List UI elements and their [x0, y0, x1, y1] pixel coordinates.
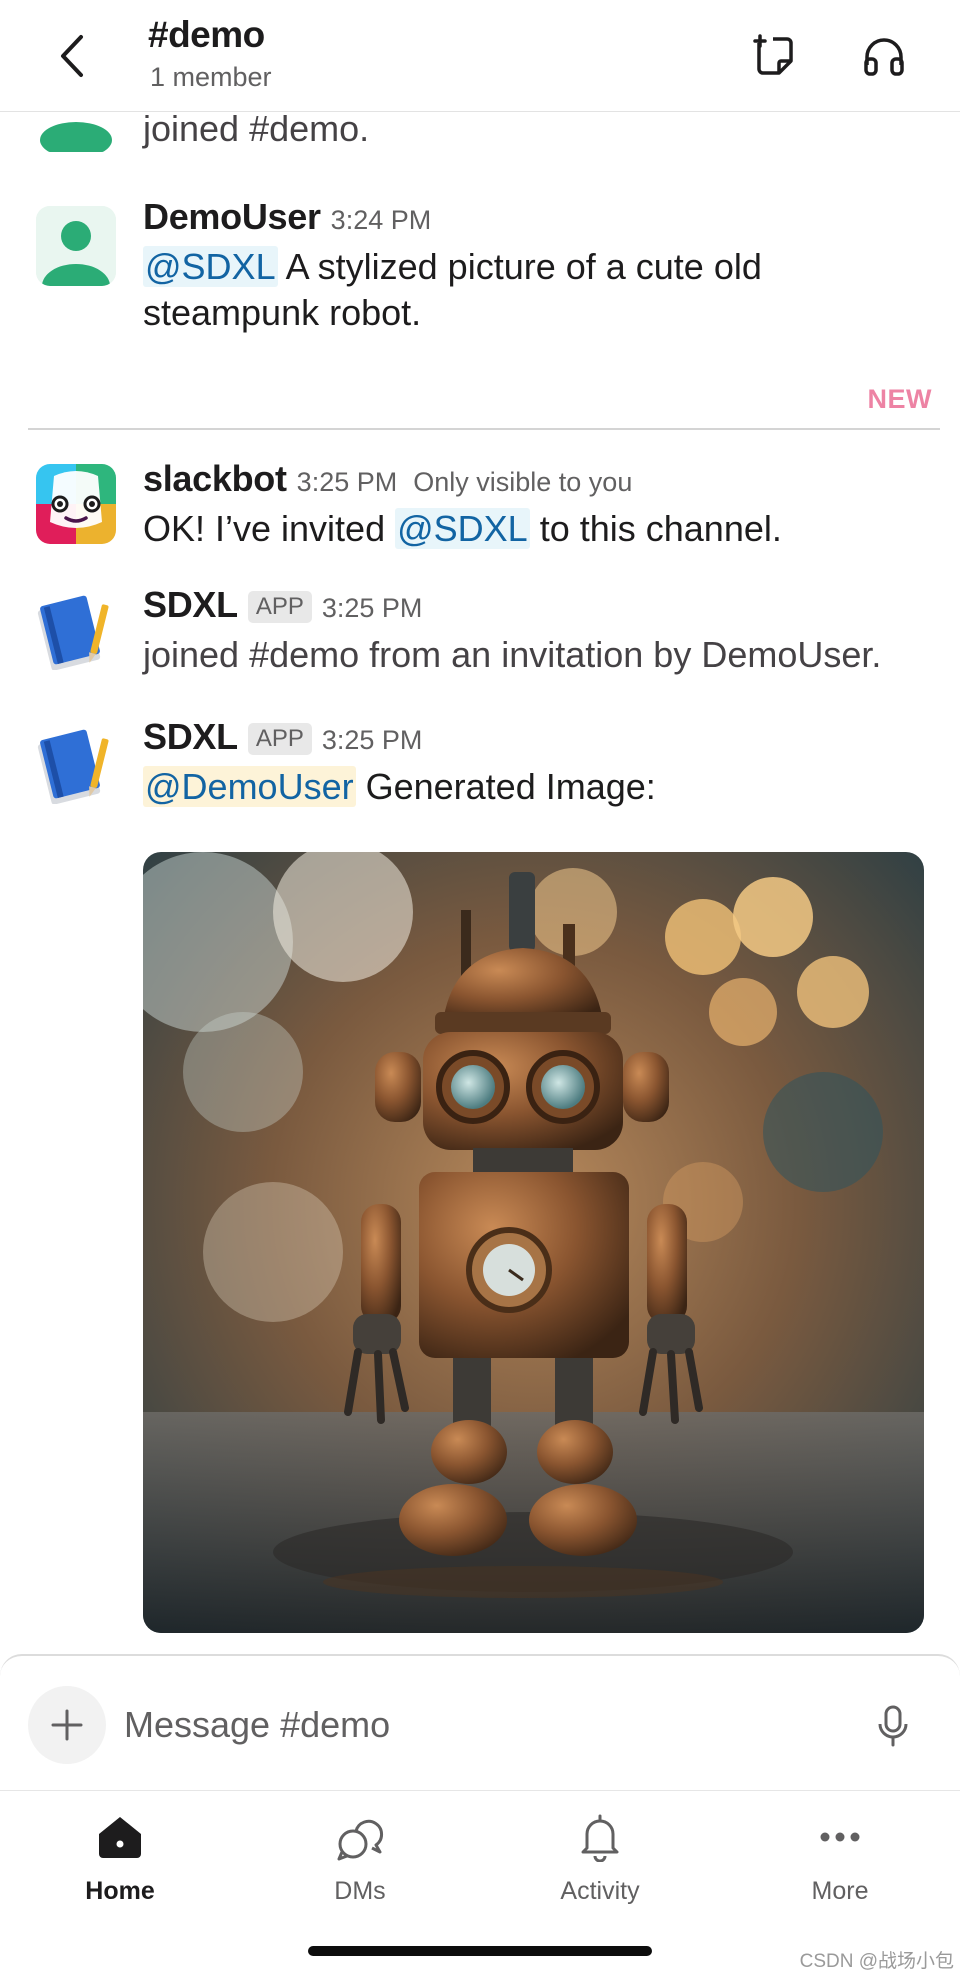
message-text: joined #demo. [143, 112, 370, 149]
canvas-button[interactable] [748, 30, 800, 82]
notebook-icon [36, 724, 116, 804]
watermark: CSDN @战场小包 [799, 1951, 954, 1972]
tab-label: DMs [334, 1877, 386, 1905]
voice-record-button[interactable] [868, 1698, 918, 1754]
message-input[interactable] [124, 1694, 824, 1756]
message-text: OK! I’ve invited @SDXL to this channel. [143, 508, 782, 549]
tab-more[interactable]: More [750, 1809, 930, 1919]
tab-dms[interactable]: DMs [270, 1809, 450, 1919]
member-count[interactable]: 1 member [150, 62, 272, 93]
plus-icon [51, 1709, 83, 1741]
timestamp[interactable]: 3:24 PM [331, 205, 432, 236]
message-text: @DemoUser Generated Image: [143, 766, 656, 807]
timestamp[interactable]: 3:25 PM [322, 593, 423, 624]
chevron-left-icon [61, 35, 83, 77]
avatar[interactable] [36, 206, 116, 286]
generated-image[interactable] [143, 852, 924, 1633]
app-badge: APP [247, 591, 312, 623]
channel-header: #demo 1 member [0, 0, 960, 112]
back-button[interactable] [52, 28, 92, 84]
avatar[interactable] [36, 112, 116, 152]
user-mention[interactable]: @SDXL [395, 508, 530, 549]
new-messages-divider [28, 428, 940, 430]
visibility-note: Only visible to you [413, 467, 633, 497]
tab-home[interactable]: Home [30, 1809, 210, 1919]
slackbot-icon [36, 464, 116, 544]
message-feed[interactable]: joined #demo. DemoUser 3:24 PM @SDXL A s… [0, 112, 960, 1652]
home-icon [99, 1817, 141, 1858]
dms-icon [337, 1819, 384, 1861]
notebook-icon [36, 590, 116, 670]
message-text: joined #demo from an invitation by DemoU… [143, 634, 882, 675]
more-icon [820, 1832, 860, 1842]
tab-label: Activity [560, 1877, 640, 1905]
channel-title[interactable]: #demo [148, 14, 265, 56]
home-indicator [308, 1946, 652, 1956]
timestamp[interactable]: 3:25 PM [322, 725, 423, 756]
bell-icon [581, 1814, 619, 1862]
timestamp[interactable]: 3:25 PM [297, 467, 398, 498]
user-mention[interactable]: @SDXL [143, 246, 278, 287]
new-messages-label: NEW [867, 384, 932, 414]
self-mention[interactable]: @DemoUser [143, 766, 356, 807]
sender-name[interactable]: SDXL [143, 584, 238, 626]
tab-label: More [811, 1877, 869, 1905]
app-avatar[interactable] [36, 590, 116, 670]
huddle-button[interactable] [858, 30, 910, 82]
tab-label: Home [85, 1877, 155, 1905]
attach-button[interactable] [28, 1686, 106, 1764]
sender-name[interactable]: DemoUser [143, 196, 321, 238]
microphone-icon [878, 1705, 908, 1747]
app-badge: APP [247, 723, 312, 755]
message-composer [0, 1654, 960, 1790]
user-avatar-icon [36, 206, 116, 286]
headphones-icon [864, 38, 904, 76]
slackbot-avatar[interactable] [36, 464, 116, 544]
app-avatar[interactable] [36, 724, 116, 804]
sender-name[interactable]: SDXL [143, 716, 238, 758]
canvas-icon [753, 34, 793, 75]
message-text: @SDXL A stylized picture of a cute old s… [143, 246, 762, 333]
tab-activity[interactable]: Activity [510, 1809, 690, 1919]
sender-name[interactable]: slackbot [143, 458, 287, 500]
